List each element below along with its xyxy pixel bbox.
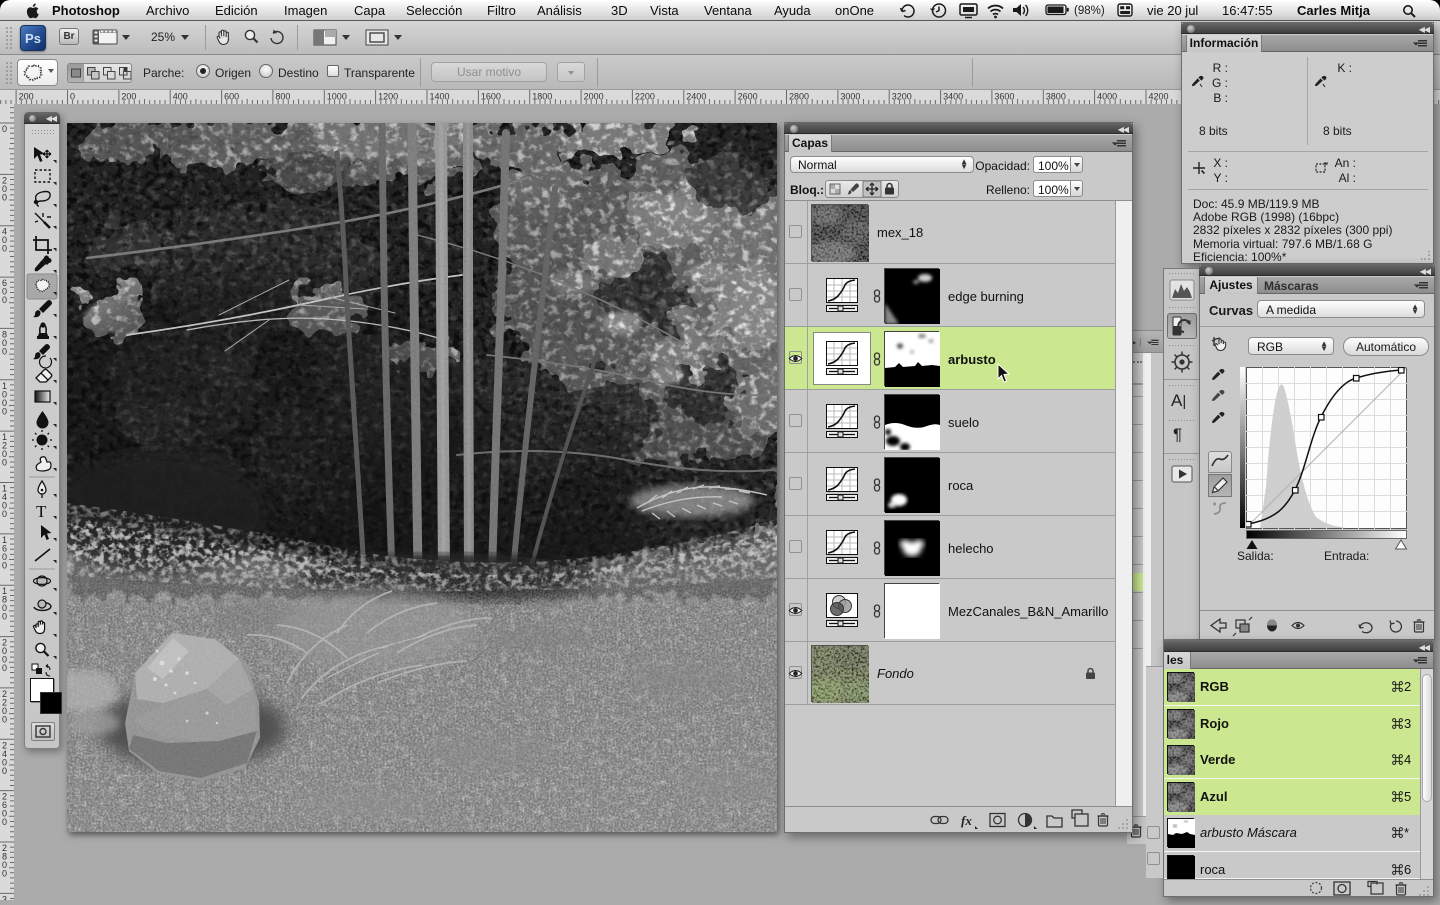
svg-text:0: 0 [2,406,7,416]
svg-text:0: 0 [2,612,7,622]
svg-text:1200: 1200 [378,92,398,102]
svg-text:0: 0 [70,92,75,102]
svg-text:0: 0 [2,192,7,202]
svg-text:0: 0 [2,244,7,254]
svg-text:3400: 3400 [943,92,963,102]
svg-text:0: 0 [2,714,7,724]
svg-text:2200: 2200 [635,92,655,102]
svg-text:(98%): (98%) [1074,5,1105,17]
svg-text:0: 0 [2,869,7,879]
svg-text:2000: 2000 [584,92,604,102]
svg-text:0: 0 [2,295,7,305]
svg-text:3000: 3000 [840,92,860,102]
svg-text:3600: 3600 [994,92,1014,102]
svg-text:T: T [36,502,47,521]
svg-text:fx: fx [961,813,972,828]
svg-text:0: 0 [2,663,7,673]
svg-text:0: 0 [2,560,7,570]
svg-text:3800: 3800 [1046,92,1066,102]
svg-text:3200: 3200 [892,92,912,102]
svg-text:200: 200 [19,92,34,102]
svg-text:2400: 2400 [686,92,706,102]
svg-text:2600: 2600 [738,92,758,102]
svg-text:4000: 4000 [1097,92,1117,102]
svg-text:1800: 1800 [532,92,552,102]
svg-text:0: 0 [2,124,7,134]
svg-text:400: 400 [173,92,188,102]
svg-text:200: 200 [121,92,136,102]
svg-text:0: 0 [2,817,7,827]
svg-text:1400: 1400 [430,92,450,102]
svg-text:2800: 2800 [789,92,809,102]
svg-text:800: 800 [275,92,290,102]
svg-text:0: 0 [2,458,7,468]
svg-text:3: 3 [2,894,7,900]
svg-text:0: 0 [2,346,7,356]
svg-text:0: 0 [2,766,7,776]
svg-text:0: 0 [2,509,7,519]
svg-text:600: 600 [224,92,239,102]
svg-text:1000: 1000 [327,92,347,102]
svg-text:1600: 1600 [481,92,501,102]
svg-text:4200: 4200 [1149,92,1169,102]
